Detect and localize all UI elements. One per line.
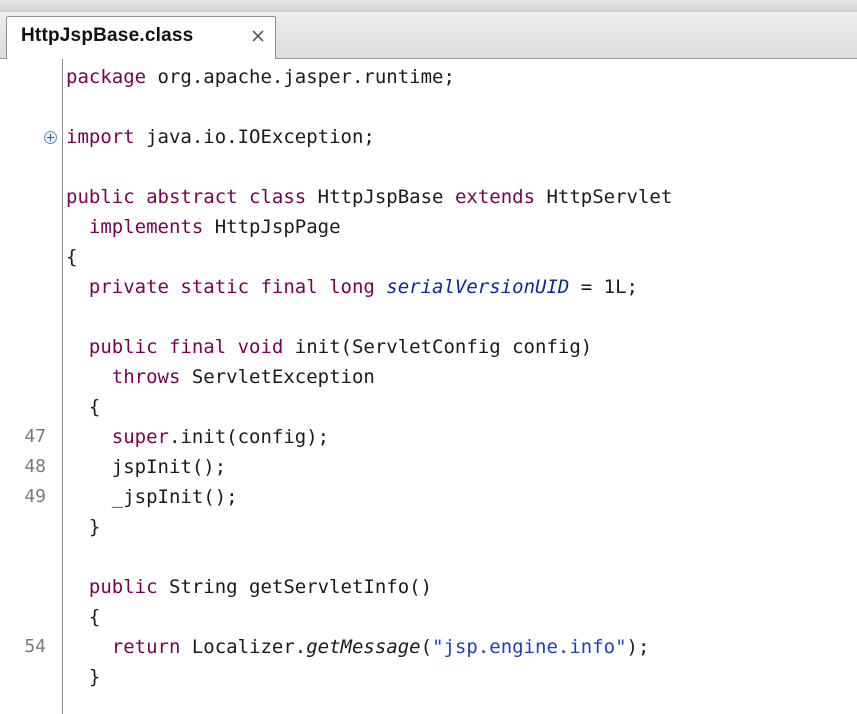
- code-token: String getServletInfo(): [157, 576, 433, 598]
- code-token: return: [66, 636, 181, 658]
- expand-icon[interactable]: [44, 131, 57, 144]
- code-token: public abstract class: [66, 186, 307, 208]
- code-token: "jsp.engine.info": [432, 636, 627, 658]
- code-token: import: [66, 126, 135, 148]
- code-line: package org.apache.jasper.runtime;: [0, 62, 857, 92]
- code-token: ServletException: [180, 366, 375, 388]
- code-token: private static final long: [66, 276, 387, 298]
- code-text: package org.apache.jasper.runtime;: [66, 62, 455, 92]
- code-line: throws ServletException: [0, 362, 857, 392]
- code-token: implements: [66, 216, 204, 238]
- code-text: {: [66, 392, 100, 422]
- code-line: 47 super.init(config);: [0, 422, 857, 452]
- code-text: public final void init(ServletConfig con…: [66, 332, 592, 362]
- code-line: import java.io.IOException;: [0, 122, 857, 152]
- code-token: HttpJspPage: [203, 216, 341, 238]
- editor-window: HttpJspBase.class package org.apache.jas…: [0, 0, 857, 714]
- code-text: }: [66, 512, 100, 542]
- code-token: org.apache.jasper.runtime;: [146, 66, 455, 88]
- code-token: {: [66, 606, 101, 628]
- code-token: throws: [66, 366, 181, 388]
- code-line: 48 jspInit();: [0, 452, 857, 482]
- code-token: init(ServletConfig config): [283, 336, 593, 358]
- code-line: public abstract class HttpJspBase extend…: [0, 182, 857, 212]
- code-line: {: [0, 392, 857, 422]
- code-token: Localizer.: [180, 636, 307, 658]
- code-token: _jspInit();: [66, 486, 238, 508]
- code-text: }: [66, 662, 100, 692]
- code-token: HttpServlet: [535, 186, 673, 208]
- code-token: (: [420, 636, 433, 658]
- code-token: );: [626, 636, 650, 658]
- code-text: implements HttpJspPage: [66, 212, 341, 242]
- code-token: {: [66, 246, 78, 268]
- code-token: = 1L;: [569, 276, 638, 298]
- code-line: {: [0, 602, 857, 632]
- code-text: super.init(config);: [66, 422, 329, 452]
- line-number: 48: [24, 456, 46, 477]
- tab-title: HttpJspBase.class: [21, 25, 194, 46]
- code-token: HttpJspBase: [306, 186, 455, 208]
- code-line: implements HttpJspPage: [0, 212, 857, 242]
- close-icon[interactable]: [249, 27, 267, 45]
- code-text: public String getServletInfo(): [66, 572, 432, 602]
- code-token: jspInit();: [66, 456, 227, 478]
- editor-tab-bar: HttpJspBase.class: [0, 12, 857, 59]
- code-text: public abstract class HttpJspBase extend…: [66, 182, 672, 212]
- code-line: }: [0, 512, 857, 542]
- code-token: extends: [454, 186, 536, 208]
- code-text: private static final long serialVersionU…: [66, 272, 638, 302]
- code-editor[interactable]: package org.apache.jasper.runtime; import…: [0, 59, 857, 714]
- line-number: 54: [24, 636, 46, 657]
- code-token: serialVersionUID: [386, 276, 570, 298]
- code-token: public: [66, 576, 158, 598]
- code-token: getMessage: [306, 636, 421, 658]
- code-line: public String getServletInfo(): [0, 572, 857, 602]
- code-line: {: [0, 242, 857, 272]
- code-token: package: [66, 66, 147, 88]
- code-line: 54 return Localizer.getMessage("jsp.engi…: [0, 632, 857, 662]
- code-text: throws ServletException: [66, 362, 375, 392]
- code-token: }: [66, 516, 101, 538]
- code-line: public final void init(ServletConfig con…: [0, 332, 857, 362]
- code-text: import java.io.IOException;: [66, 122, 375, 152]
- code-line: 49 _jspInit();: [0, 482, 857, 512]
- code-text: jspInit();: [66, 452, 226, 482]
- code-text: {: [66, 242, 77, 272]
- code-token: java.io.IOException;: [134, 126, 375, 148]
- code-token: public final void: [66, 336, 284, 358]
- code-token: .init(config);: [168, 426, 330, 448]
- code-token: super: [66, 426, 169, 448]
- line-number: 47: [24, 426, 46, 447]
- line-number: 49: [24, 486, 46, 507]
- code-token: {: [66, 396, 101, 418]
- code-text: _jspInit();: [66, 482, 238, 512]
- code-text: {: [66, 602, 100, 632]
- code-line: }: [0, 662, 857, 692]
- code-line: private static final long serialVersionU…: [0, 272, 857, 302]
- code-text: return Localizer.getMessage("jsp.engine.…: [66, 632, 650, 662]
- code-token: }: [66, 666, 101, 688]
- tab-httpjspbase-class[interactable]: HttpJspBase.class: [6, 16, 276, 59]
